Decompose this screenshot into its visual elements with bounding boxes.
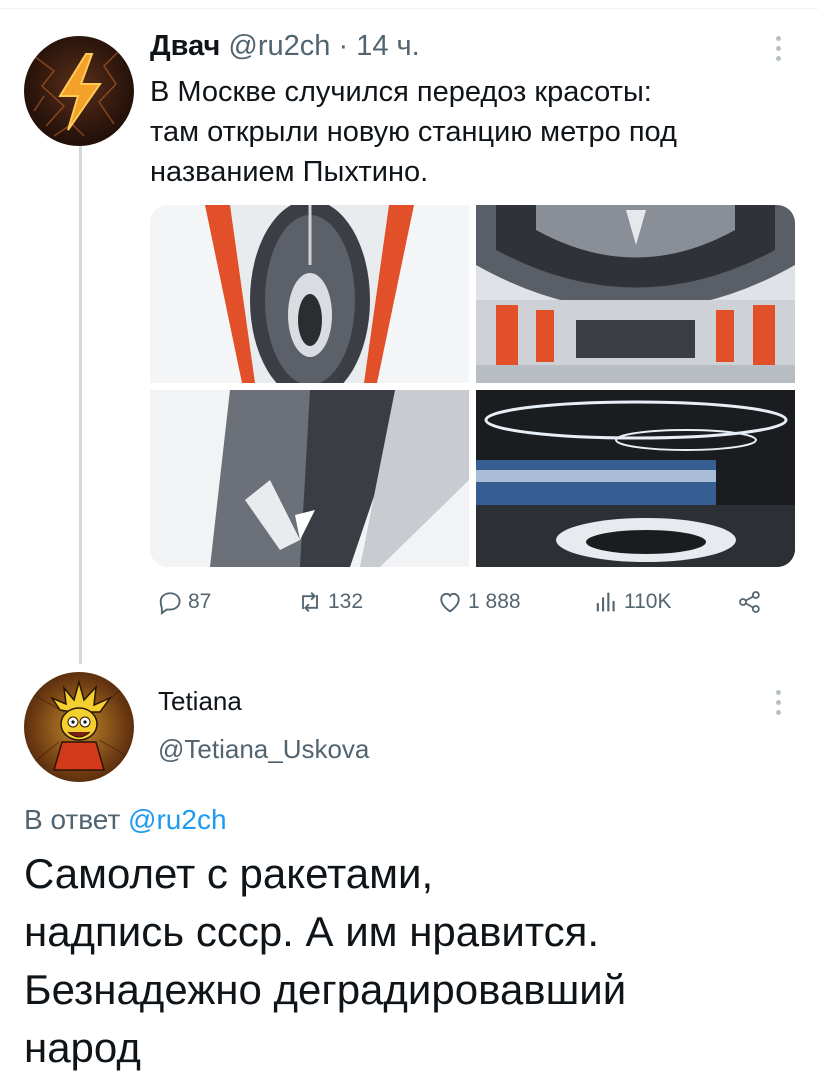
reply-text-line: народ [24,1024,141,1071]
tweet-text: В Москве случился передоз красоты: там о… [150,72,800,192]
media-photo-4[interactable] [476,390,795,567]
top-divider [0,8,818,9]
replying-to-mention[interactable]: @ru2ch [128,804,226,835]
reply-author-name[interactable]: Tetiana [158,686,242,717]
share-button[interactable] [736,588,764,616]
more-icon[interactable] [776,36,782,61]
reply-author-avatar[interactable] [24,672,134,782]
like-count: 1 888 [468,590,521,613]
share-icon [739,591,760,613]
tweet-thread-page: Двач @ru2ch · 14 ч. В Москве случился пе… [0,0,818,1080]
view-count: 110K [624,590,672,613]
reply-text-line: Безнадежно деградировавший [24,966,627,1013]
tweet-text-line: там открыли новую станцию метро под [150,116,677,148]
reply-more-icon[interactable] [776,690,782,715]
tweet-time[interactable]: 14 ч. [356,30,419,62]
views-icon [596,592,615,612]
thread-connector-line [79,142,82,664]
tweet-text-line: названием Пыхтино. [150,156,429,188]
retweet-icon [302,592,318,612]
reply-text: Самолет с ракетами, надпись ссср. А им н… [24,845,804,1077]
author-name[interactable]: Двач [150,30,220,62]
reply-icon [159,592,181,615]
reply-text-line: Самолет с ракетами, [24,850,434,897]
reply-count: 87 [188,590,212,613]
reply-text-line: надпись ссср. А им нравится. [24,908,600,955]
media-photo-2[interactable] [476,205,795,383]
tweet-text-line: В Москве случился передоз красоты: [150,76,652,108]
tweet-header: Двач @ru2ch · 14 ч. [150,28,420,64]
replying-to-prefix: В ответ [24,804,121,835]
tweet-actions: 87 132 1 888 110K [156,588,776,624]
lightning-avatar-icon [33,50,120,137]
media-grid [150,205,795,567]
retweet-count: 132 [328,590,364,613]
replying-to: В ответ @ru2ch [24,804,227,836]
header-separator: · [338,30,349,62]
media-photo-3[interactable] [150,390,469,567]
reply-button[interactable]: 87 [156,588,211,616]
author-handle[interactable]: @ru2ch [228,30,330,62]
views-button[interactable]: 110K [592,588,672,616]
author-avatar[interactable] [24,36,134,146]
cartoon-character-avatar-icon [28,679,130,771]
media-photo-1[interactable] [150,205,469,383]
reply-author-handle[interactable]: @Tetiana_Uskova [158,734,369,765]
like-icon [440,592,460,613]
retweet-button[interactable]: 132 [296,588,363,616]
like-button[interactable]: 1 888 [436,588,521,616]
